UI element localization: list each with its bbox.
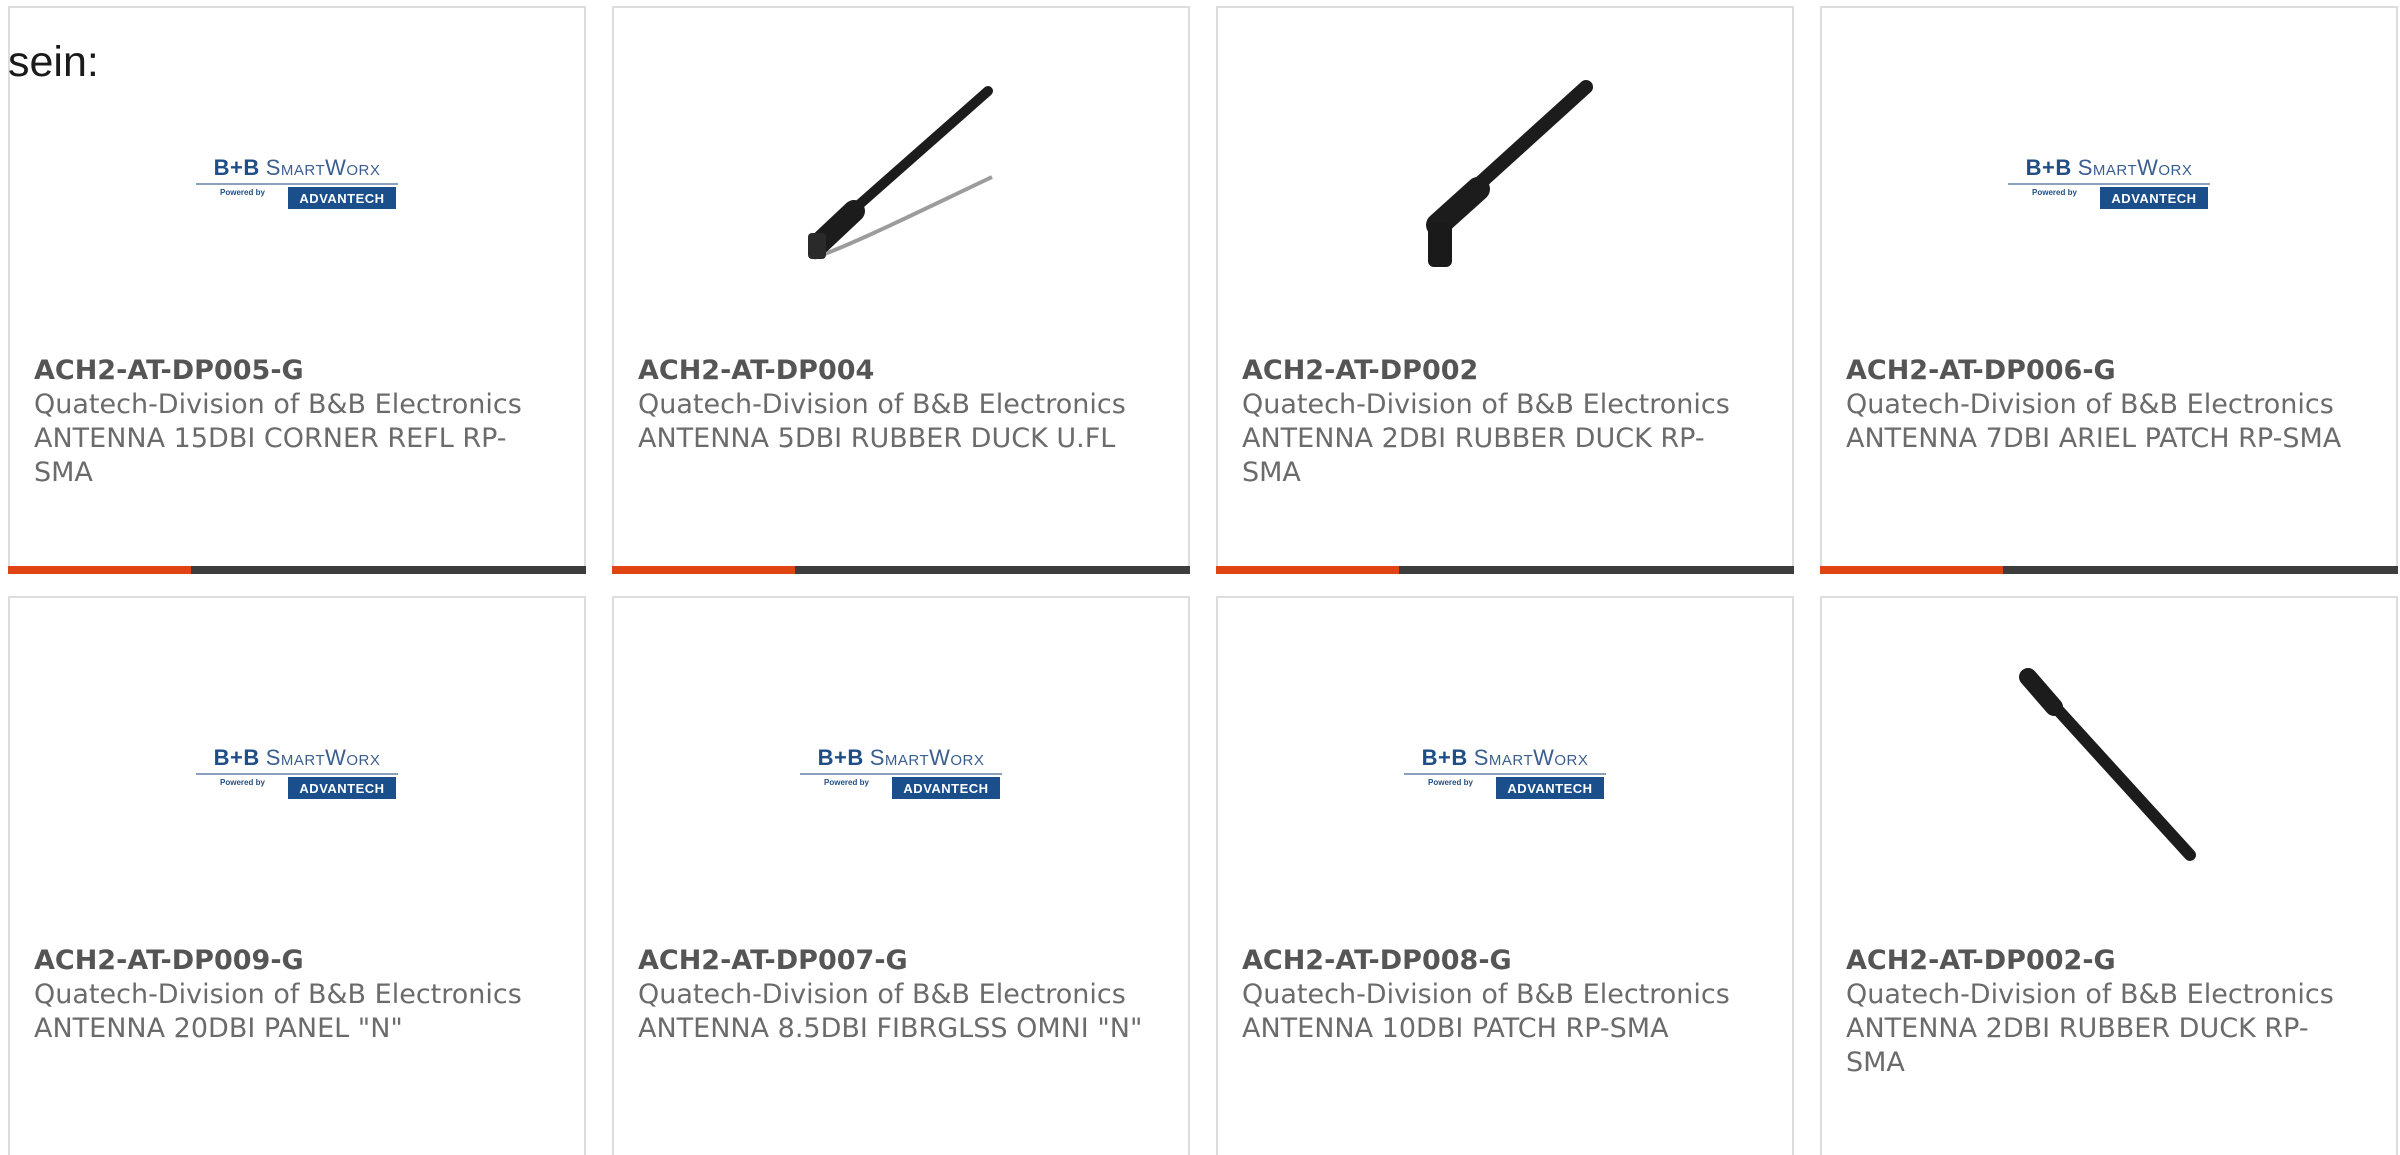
product-part-number[interactable]: ACH2-AT-DP005-G (34, 354, 544, 388)
logo-brand-mark: B+B (213, 745, 260, 770)
product-manufacturer: Quatech-Division of B&B Electronics (638, 389, 1126, 420)
product-manufacturer: Quatech-Division of B&B Electronics (638, 979, 1126, 1010)
product-description: ANTENNA 20DBI PANEL "N" (34, 1013, 403, 1044)
rubber-duck-antenna-image (1426, 80, 1593, 267)
product-card[interactable]: B+B SmartWorx Powered by ADVANTECH ACH2-AT-D… (1820, 6, 2398, 574)
product-card[interactable]: ACH2-AT-DP002 Quatech-Division of B&B Ele… (1216, 6, 1794, 574)
bb-smartworx-logo: B+B SmartWorx Powered by ADVANTECH (194, 147, 400, 209)
product-image[interactable]: B+B SmartWorx Powered by ADVANTECH (10, 68, 584, 288)
product-part-number[interactable]: ACH2-AT-DP008-G (1242, 944, 1752, 978)
intro-text: sein: (8, 38, 99, 86)
antenna-with-cable-image (808, 86, 993, 260)
page: sein: B+B SmartWorx Powered by ADVANTECH ACH… (0, 0, 2400, 1155)
logo-partner: ADVANTECH (288, 187, 396, 209)
logo-brand-mark: B+B (213, 155, 260, 180)
logo-divider (1404, 773, 1606, 775)
logo-powered-by: Powered by (220, 778, 265, 787)
product-image[interactable] (1822, 658, 2396, 878)
bb-smartworx-logo: B+B SmartWorx Powered by ADVANTECH (798, 737, 1004, 799)
product-part-number[interactable]: ACH2-AT-DP007-G (638, 944, 1148, 978)
card-accent-bar (8, 566, 191, 574)
card-footer-bar (8, 566, 586, 574)
product-part-number[interactable]: ACH2-AT-DP002-G (1846, 944, 2356, 978)
product-image[interactable]: B+B SmartWorx Powered by ADVANTECH (1218, 658, 1792, 878)
logo-brand-name: SmartWorx (265, 745, 381, 770)
product-card[interactable]: B+B SmartWorx Powered by ADVANTECH ACH2-AT-D… (1216, 596, 1794, 1155)
product-info: ACH2-AT-DP005-G Quatech-Division of B&B E… (34, 354, 544, 490)
logo-brand-name: SmartWorx (265, 155, 381, 180)
logo-partner: ADVANTECH (1496, 777, 1604, 799)
card-accent-bar (1820, 566, 2003, 574)
product-description: ANTENNA 2DBI RUBBER DUCK RP-SMA (1242, 423, 1705, 488)
product-manufacturer: Quatech-Division of B&B Electronics (1846, 979, 2334, 1010)
product-part-number[interactable]: ACH2-AT-DP002 (1242, 354, 1752, 388)
product-grid: B+B SmartWorx Powered by ADVANTECH ACH2-AT-D… (0, 0, 2400, 1155)
logo-brand-name: SmartWorx (2077, 155, 2193, 180)
product-manufacturer: Quatech-Division of B&B Electronics (34, 389, 522, 420)
product-card[interactable]: ACH2-AT-DP004 Quatech-Division of B&B Ele… (612, 6, 1190, 574)
logo-powered-by: Powered by (220, 188, 265, 197)
product-description: ANTENNA 10DBI PATCH RP-SMA (1242, 1013, 1669, 1044)
product-part-number[interactable]: ACH2-AT-DP004 (638, 354, 1148, 388)
product-manufacturer: Quatech-Division of B&B Electronics (34, 979, 522, 1010)
product-info: ACH2-AT-DP004 Quatech-Division of B&B Ele… (638, 354, 1148, 456)
card-accent-bar (612, 566, 795, 574)
product-description: ANTENNA 15DBI CORNER REFL RP-SMA (34, 423, 507, 488)
logo-partner: ADVANTECH (892, 777, 1000, 799)
logo-powered-by: Powered by (2032, 188, 2077, 197)
product-description: ANTENNA 2DBI RUBBER DUCK RP-SMA (1846, 1013, 2309, 1078)
product-info: ACH2-AT-DP009-G Quatech-Division of B&B E… (34, 944, 544, 1046)
bb-smartworx-logo: B+B SmartWorx Powered by ADVANTECH (2006, 147, 2212, 209)
logo-brand-mark: B+B (817, 745, 864, 770)
stick-antenna-image (2019, 668, 2196, 861)
logo-brand-mark: B+B (2025, 155, 2072, 180)
bb-smartworx-logo: B+B SmartWorx Powered by ADVANTECH (1402, 737, 1608, 799)
product-manufacturer: Quatech-Division of B&B Electronics (1242, 979, 1730, 1010)
product-image[interactable]: B+B SmartWorx Powered by ADVANTECH (1822, 68, 2396, 288)
product-manufacturer: Quatech-Division of B&B Electronics (1242, 389, 1730, 420)
product-card[interactable]: B+B SmartWorx Powered by ADVANTECH ACH2-AT-D… (8, 596, 586, 1155)
product-description: ANTENNA 8.5DBI FIBRGLSS OMNI "N" (638, 1013, 1143, 1044)
product-image[interactable]: B+B SmartWorx Powered by ADVANTECH (10, 658, 584, 878)
product-info: ACH2-AT-DP007-G Quatech-Division of B&B E… (638, 944, 1148, 1046)
logo-brand-mark: B+B (1421, 745, 1468, 770)
logo-divider (196, 773, 398, 775)
product-image[interactable] (1218, 68, 1792, 288)
logo-brand-name: SmartWorx (1473, 745, 1589, 770)
card-footer-bar (612, 566, 1190, 574)
logo-divider (2008, 183, 2210, 185)
card-footer-bar (1820, 566, 2398, 574)
product-info: ACH2-AT-DP002-G Quatech-Division of B&B E… (1846, 944, 2356, 1080)
card-footer-bar (1216, 566, 1794, 574)
logo-partner: ADVANTECH (2100, 187, 2208, 209)
logo-divider (196, 183, 398, 185)
card-accent-bar (1216, 566, 1399, 574)
product-part-number[interactable]: ACH2-AT-DP006-G (1846, 354, 2356, 388)
product-description: ANTENNA 5DBI RUBBER DUCK U.FL (638, 423, 1116, 454)
logo-divider (800, 773, 1002, 775)
product-part-number[interactable]: ACH2-AT-DP009-G (34, 944, 544, 978)
product-card[interactable]: ACH2-AT-DP002-G Quatech-Division of B&B E… (1820, 596, 2398, 1155)
logo-partner: ADVANTECH (288, 777, 396, 799)
logo-powered-by: Powered by (824, 778, 869, 787)
product-image[interactable]: B+B SmartWorx Powered by ADVANTECH (614, 658, 1188, 878)
logo-powered-by: Powered by (1428, 778, 1473, 787)
product-card[interactable]: B+B SmartWorx Powered by ADVANTECH ACH2-AT-D… (8, 6, 586, 574)
product-info: ACH2-AT-DP008-G Quatech-Division of B&B E… (1242, 944, 1752, 1046)
product-card[interactable]: B+B SmartWorx Powered by ADVANTECH ACH2-AT-D… (612, 596, 1190, 1155)
product-manufacturer: Quatech-Division of B&B Electronics (1846, 389, 2334, 420)
product-info: ACH2-AT-DP006-G Quatech-Division of B&B E… (1846, 354, 2356, 456)
product-info: ACH2-AT-DP002 Quatech-Division of B&B Ele… (1242, 354, 1752, 490)
logo-brand-name: SmartWorx (869, 745, 985, 770)
product-description: ANTENNA 7DBI ARIEL PATCH RP-SMA (1846, 423, 2342, 454)
product-image[interactable] (614, 68, 1188, 288)
bb-smartworx-logo: B+B SmartWorx Powered by ADVANTECH (194, 737, 400, 799)
